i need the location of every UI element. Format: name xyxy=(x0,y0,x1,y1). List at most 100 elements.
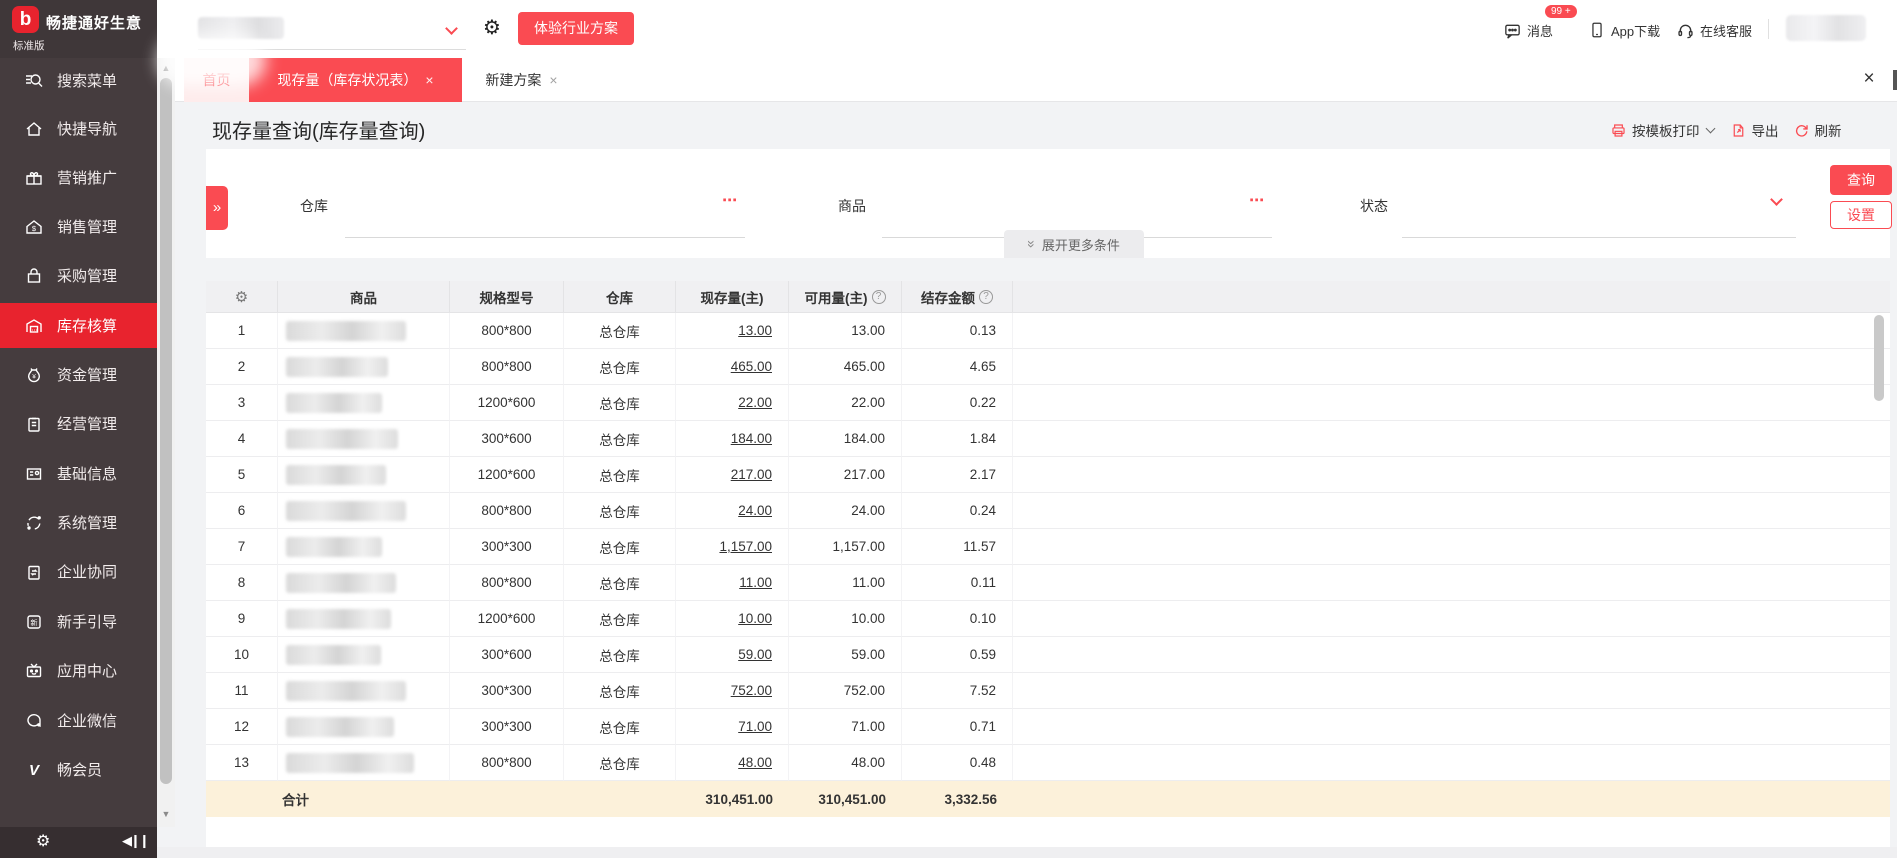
table-row[interactable]: 11 300*300 总仓库 752.00 752.00 7.52 xyxy=(206,673,1890,709)
tab-new-plan[interactable]: 新建方案 × xyxy=(474,58,569,102)
current-qty-link[interactable]: 11.00 xyxy=(739,575,772,590)
goods-filter-label: 商品 xyxy=(838,198,866,214)
sidebar-item-label: 经营管理 xyxy=(57,416,118,433)
col-warehouse[interactable]: 仓库 xyxy=(564,281,676,313)
current-qty-link[interactable]: 71.00 xyxy=(738,719,772,734)
warehouse-picker-dots-icon[interactable]: ⋯ xyxy=(722,191,738,209)
table-row[interactable]: 4 300*600 总仓库 184.00 184.00 1.84 xyxy=(206,421,1890,457)
company-chevron-down-icon[interactable] xyxy=(445,22,458,35)
col-spec[interactable]: 规格型号 xyxy=(450,281,564,313)
goods-picker-dots-icon[interactable]: ⋯ xyxy=(1249,191,1265,209)
warehouse-cell: 总仓库 xyxy=(564,601,676,637)
settings-button[interactable]: 设置 xyxy=(1830,201,1892,229)
table-row[interactable]: 7 300*300 总仓库 1,157.00 1,157.00 11.57 xyxy=(206,529,1890,565)
current-qty-link[interactable]: 184.00 xyxy=(731,431,772,446)
tab-current-stock[interactable]: 现存量（库存状况表） × xyxy=(249,58,462,102)
expand-more-conditions-button[interactable]: » 展开更多条件 xyxy=(1004,230,1144,258)
app-download-item[interactable]: App下载 xyxy=(1588,19,1660,41)
table-row[interactable]: 1 800*800 总仓库 13.00 13.00 0.13 xyxy=(206,313,1890,349)
tab-close-icon[interactable]: × xyxy=(549,72,557,88)
print-by-template-button[interactable]: 按模板打印 xyxy=(1610,120,1716,140)
sidebar-item-collaboration[interactable]: 企业协同 xyxy=(0,549,157,594)
sidebar-item-funds[interactable]: ¥ 资金管理 xyxy=(0,352,157,397)
tab-home[interactable]: 首页 xyxy=(184,58,249,102)
column-settings-gear[interactable]: ⚙ xyxy=(206,281,278,313)
scroll-down-icon[interactable]: ▼ xyxy=(157,806,175,822)
current-qty-link[interactable]: 59.00 xyxy=(738,647,772,662)
sidebar-scrollbar-thumb[interactable] xyxy=(160,78,172,784)
goods-cell xyxy=(278,673,450,709)
sidebar-collapse-icon[interactable]: ◀❙❙ xyxy=(122,833,150,849)
export-button[interactable]: 导出 xyxy=(1730,120,1779,140)
available-cell: 217.00 xyxy=(789,457,902,493)
export-label: 导出 xyxy=(1751,124,1779,139)
experience-industry-button[interactable]: 体验行业方案 xyxy=(518,12,634,45)
sidebar-item-system[interactable]: 系统管理 xyxy=(0,500,157,545)
sidebar-settings-gear-icon[interactable]: ⚙ xyxy=(36,831,50,851)
current-qty-link[interactable]: 48.00 xyxy=(738,755,772,770)
settings-gear-icon[interactable]: ⚙ xyxy=(483,16,501,40)
table-row[interactable]: 6 800*800 总仓库 24.00 24.00 0.24 xyxy=(206,493,1890,529)
table-row[interactable]: 8 800*800 总仓库 11.00 11.00 0.11 xyxy=(206,565,1890,601)
current-qty-link[interactable]: 465.00 xyxy=(731,359,772,374)
sidebar-item-app-center[interactable]: 应用中心 xyxy=(0,648,157,693)
online-service-item[interactable]: 在线客服 xyxy=(1676,19,1752,41)
current-qty-link[interactable]: 217.00 xyxy=(731,467,772,482)
help-icon[interactable]: ? xyxy=(871,289,886,304)
sidebar-item-basic-info[interactable]: 基础信息 xyxy=(0,451,157,496)
sidebar-item-search[interactable]: 搜索菜单 xyxy=(0,58,157,103)
table-scrollbar-thumb[interactable] xyxy=(1874,315,1884,401)
brand-name: 畅捷通好生意 xyxy=(46,15,143,32)
help-icon[interactable]: ? xyxy=(979,289,993,304)
tab-close-icon[interactable]: × xyxy=(425,72,433,88)
current-qty-link[interactable]: 13.00 xyxy=(738,323,772,338)
table-row[interactable]: 10 300*600 总仓库 59.00 59.00 0.59 xyxy=(206,637,1890,673)
sidebar-item-gift[interactable]: 营销推广 xyxy=(0,155,157,200)
sidebar-item-guide[interactable]: 新 新手引导 xyxy=(0,599,157,644)
warehouse-input[interactable] xyxy=(345,237,745,238)
print-by-template-label: 按模板打印 xyxy=(1632,124,1700,139)
current-qty-link[interactable]: 10.00 xyxy=(738,611,772,626)
company-name-redacted[interactable] xyxy=(198,17,284,39)
table-row[interactable]: 3 1200*600 总仓库 22.00 22.00 0.22 xyxy=(206,385,1890,421)
user-name-redacted[interactable] xyxy=(1786,15,1866,41)
col-amount[interactable]: 结存金额? xyxy=(902,281,1013,313)
scroll-up-icon[interactable]: ▲ xyxy=(157,60,175,76)
current-qty-link[interactable]: 22.00 xyxy=(738,395,772,410)
col-goods[interactable]: 商品 xyxy=(278,281,450,313)
col-qty[interactable]: 现存量(主) xyxy=(676,281,789,313)
current-qty-link[interactable]: 24.00 xyxy=(738,503,772,518)
table-row[interactable]: 5 1200*600 总仓库 217.00 217.00 2.17 xyxy=(206,457,1890,493)
sidebar-item-wechat[interactable]: 企业微信 xyxy=(0,698,157,743)
close-all-tabs-icon[interactable]: × xyxy=(1857,67,1881,91)
current-qty-link[interactable]: 752.00 xyxy=(731,683,772,698)
sidebar-item-inventory[interactable]: 库存核算 xyxy=(0,303,157,348)
status-chevron-down-icon[interactable] xyxy=(1770,193,1783,206)
table-row[interactable]: 12 300*300 总仓库 71.00 71.00 0.71 xyxy=(206,709,1890,745)
search-icon xyxy=(26,73,43,87)
sidebar-item-operation[interactable]: 经营管理 xyxy=(0,401,157,446)
col-available[interactable]: 可用量(主)? xyxy=(789,281,902,313)
horizontal-scrollbar-track[interactable] xyxy=(157,847,1897,858)
query-button[interactable]: 查询 xyxy=(1830,165,1892,195)
table-row[interactable]: 9 1200*600 总仓库 10.00 10.00 0.10 xyxy=(206,601,1890,637)
table-row[interactable]: 13 800*800 总仓库 48.00 48.00 0.48 xyxy=(206,745,1890,781)
filter-expander-tab[interactable]: » xyxy=(206,186,228,230)
sidebar-scrollbar[interactable]: ▲ ▼ xyxy=(157,58,175,827)
sidebar-item-home[interactable]: 快捷导航 xyxy=(0,106,157,151)
goods-name-redacted xyxy=(286,464,386,485)
sidebar-item-label: 畅会员 xyxy=(57,762,103,779)
status-select[interactable] xyxy=(1402,237,1796,238)
messages-item[interactable]: 消息 xyxy=(1503,19,1553,41)
print-chevron-down-icon[interactable] xyxy=(1705,123,1715,134)
qty-cell: 1,157.00 xyxy=(676,529,789,565)
current-qty-link[interactable]: 1,157.00 xyxy=(719,539,772,554)
refresh-button[interactable]: 刷新 xyxy=(1793,120,1842,140)
filler-cell xyxy=(1013,673,1890,709)
available-cell: 48.00 xyxy=(789,745,902,781)
sidebar-item-sales[interactable]: $ 销售管理 xyxy=(0,204,157,249)
sidebar-item-purchase[interactable]: 采购管理 xyxy=(0,253,157,298)
sidebar-item-member[interactable]: V 畅会员 xyxy=(0,747,157,792)
titlebar-actions: 按模板打印 导出 刷新 xyxy=(1610,120,1842,140)
table-row[interactable]: 2 800*800 总仓库 465.00 465.00 4.65 xyxy=(206,349,1890,385)
